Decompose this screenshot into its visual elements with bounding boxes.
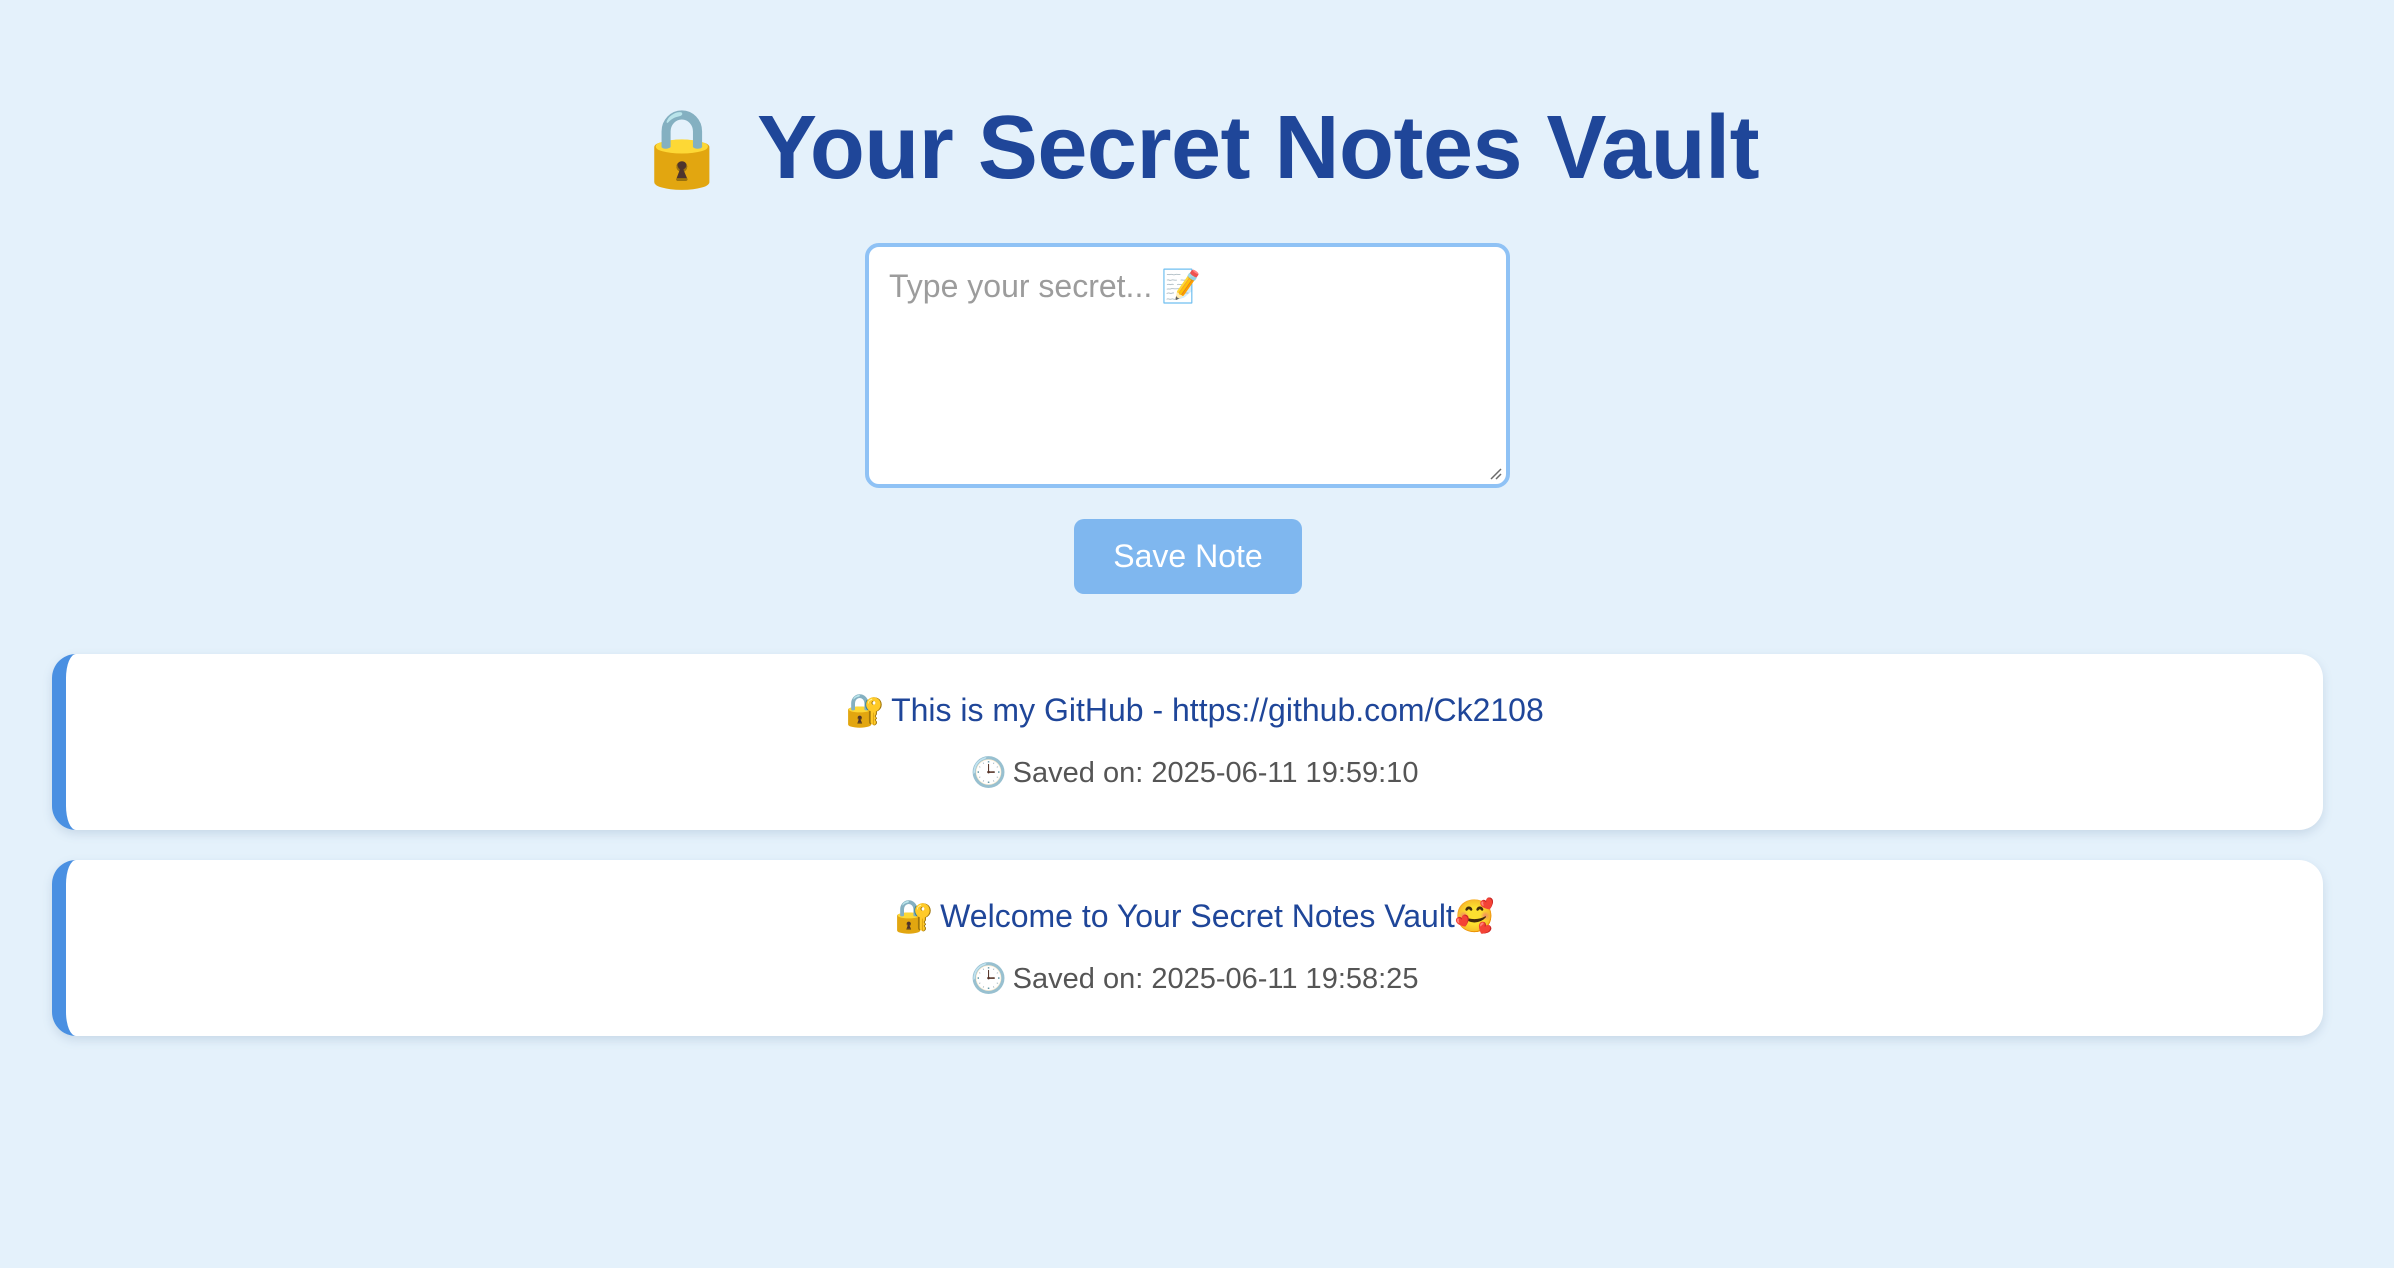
note-card: 🔐 This is my GitHub - https://github.com/… bbox=[52, 654, 2323, 830]
note-text: 🔐 This is my GitHub - https://github.com/… bbox=[66, 690, 2323, 730]
lock-icon: 🔒 bbox=[634, 106, 730, 191]
note-saved-text: Saved on: 2025-06-11 19:58:25 bbox=[1012, 963, 1419, 995]
notes-vault-page: 🔒Your Secret Notes Vault Save Note 🔐This… bbox=[0, 0, 2394, 1268]
secret-note-editor[interactable] bbox=[865, 243, 1510, 488]
clock-icon: 🕒 bbox=[970, 963, 1007, 995]
note-timestamp: 🕒 Saved on: 2025-06-11 19:58:25 bbox=[66, 961, 2323, 997]
save-note-button[interactable]: Save Note bbox=[1074, 519, 1302, 594]
note-card: 🔐 Welcome to Your Secret Notes Vault🥰 🕒 Sa… bbox=[52, 860, 2323, 1036]
page-title: 🔒 Your Secret Notes Vault bbox=[0, 98, 2394, 199]
note-content: This is my GitHub - https://github.com/C… bbox=[891, 692, 1544, 728]
locked-with-key-icon: 🔐 bbox=[845, 692, 886, 728]
note-saved-text: Saved on: 2025-06-11 19:59:10 bbox=[1012, 757, 1419, 789]
resize-handle-icon[interactable] bbox=[1488, 466, 1502, 480]
clock-icon: 🕒 bbox=[970, 757, 1007, 789]
note-content: Welcome to Your Secret Notes Vault🥰 bbox=[940, 898, 1495, 934]
page-title-text: Your Secret Notes Vault bbox=[756, 98, 1760, 198]
locked-with-key-icon: 🔐 bbox=[894, 898, 935, 934]
note-text: 🔐 Welcome to Your Secret Notes Vault🥰 bbox=[66, 896, 2323, 936]
secret-note-input[interactable] bbox=[869, 247, 1506, 484]
note-timestamp: 🕒 Saved on: 2025-06-11 19:59:10 bbox=[66, 755, 2323, 791]
